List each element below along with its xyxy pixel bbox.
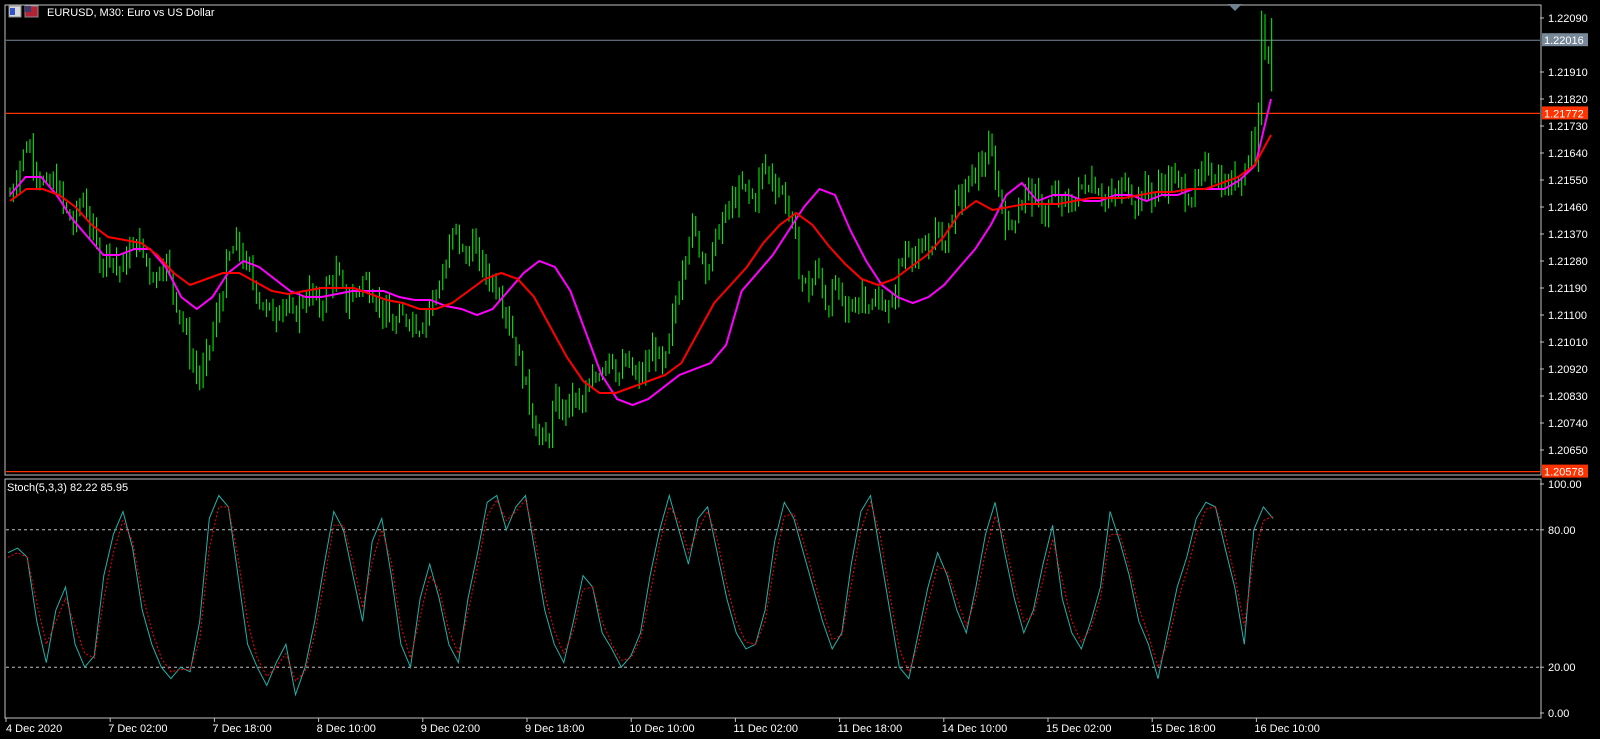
flag-eu-icon [10,8,15,15]
x-tick-label: 4 Dec 2020 [6,723,62,735]
x-tick-label: 14 Dec 10:00 [942,723,1007,735]
x-tick-label: 7 Dec 18:00 [212,723,271,735]
stoch-y-tick-label: 20.00 [1548,662,1576,674]
price-y-tick-label: 1.20830 [1548,391,1588,403]
price-y-tick-label: 1.21190 [1548,283,1587,295]
price-y-tick-label: 1.21280 [1548,256,1588,268]
price-y-tick-label: 1.20740 [1548,418,1588,430]
price-y-tick-label: 1.21100 [1548,310,1587,322]
stoch-y-tick-label: 80.00 [1548,525,1576,537]
x-tick-label: 9 Dec 02:00 [421,723,480,735]
level-price-label: 1.20578 [1544,467,1584,479]
chart-title-text: EURUSD, M30: Euro vs US Dollar [47,7,215,19]
chart-window[interactable]: EURUSD, M30: Euro vs US Dollar 1.22090 1.… [0,0,1600,739]
x-tick-label: 11 Dec 02:00 [733,723,798,735]
price-y-tick-label: 1.21460 [1548,202,1588,214]
level-price-label: 1.21772 [1544,108,1584,120]
price-y-tick-label: 1.22090 [1548,13,1588,25]
price-y-tick-label: 1.20920 [1548,364,1588,376]
x-tick-label: 15 Dec 02:00 [1046,723,1111,735]
stoch-y-tick-label: 100.00 [1548,479,1582,491]
price-y-tick-label: 1.21730 [1548,121,1588,133]
chart-background [0,0,1600,739]
price-y-tick-label: 1.21910 [1548,67,1588,79]
price-y-tick-label: 1.21820 [1548,94,1588,106]
flag-us-canton [25,6,31,12]
bid-price-label: 1.22016 [1544,35,1584,47]
price-y-tick-label: 1.20650 [1548,445,1588,457]
x-tick-label: 7 Dec 02:00 [108,723,167,735]
price-y-tick-label: 1.21550 [1548,175,1588,187]
stoch-y-tick-label: 0.00 [1548,708,1569,720]
price-y-tick-label: 1.21640 [1548,148,1588,160]
stoch-title: Stoch(5,3,3) 82.22 85.95 [7,482,128,494]
x-tick-label: 11 Dec 18:00 [838,723,903,735]
price-y-tick-label: 1.21370 [1548,229,1588,241]
x-tick-label: 16 Dec 10:00 [1254,723,1319,735]
x-tick-label: 15 Dec 18:00 [1150,723,1215,735]
x-tick-label: 10 Dec 10:00 [629,723,694,735]
price-y-tick-label: 1.21010 [1548,337,1588,349]
x-tick-label: 9 Dec 18:00 [525,723,584,735]
x-tick-label: 8 Dec 10:00 [317,723,376,735]
